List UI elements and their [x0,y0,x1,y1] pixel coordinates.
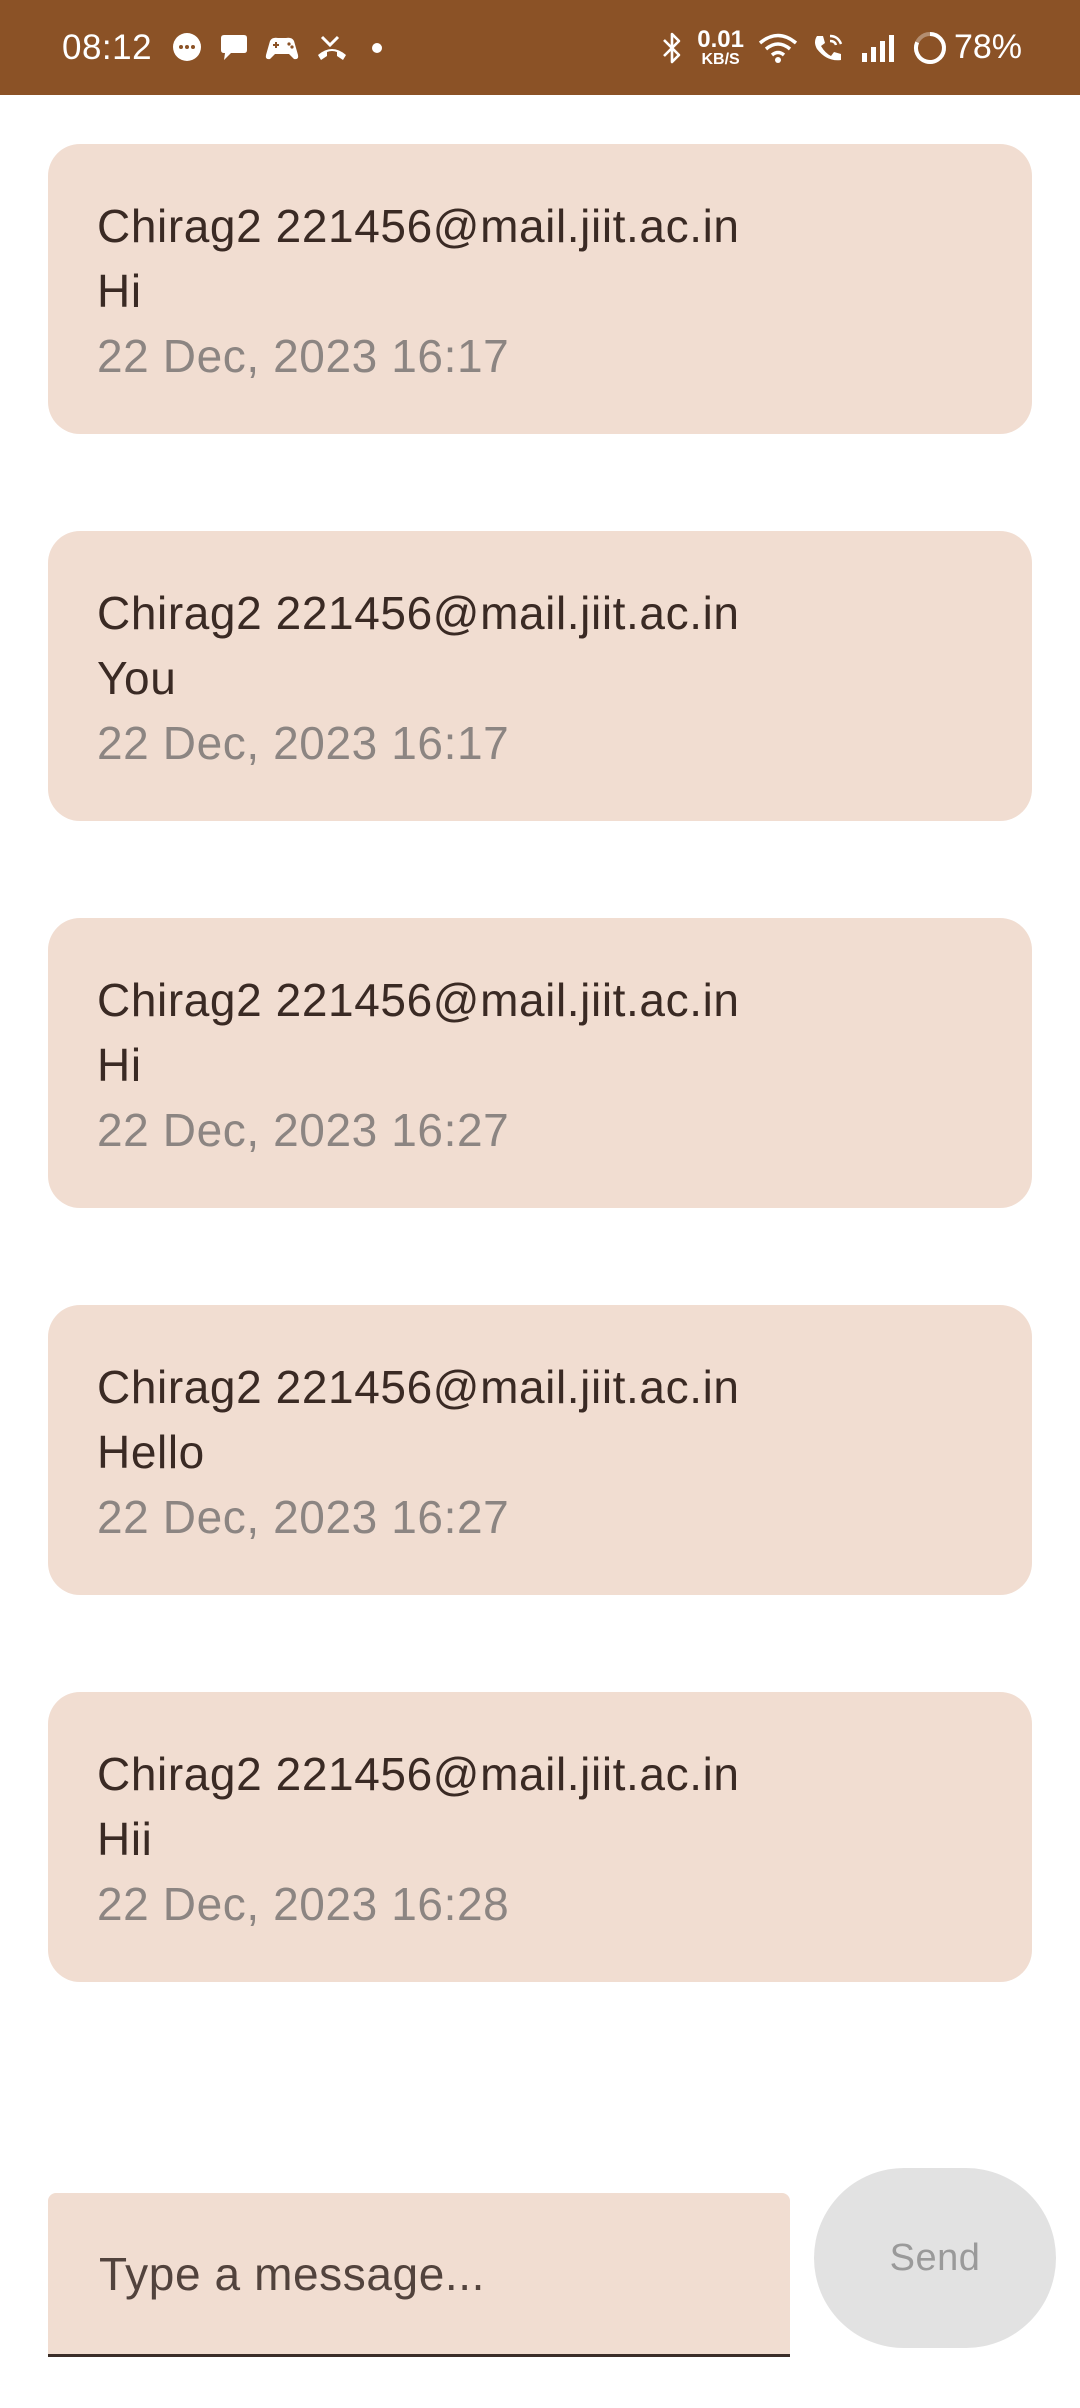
network-speed-unit: KB/S [701,50,740,68]
message-input[interactable] [97,2245,790,2302]
dot-icon [372,42,383,53]
status-right: 0.01 KB/S 78% [661,25,1022,68]
message-sender: Chirag2 221456@mail.jiit.ac.in [97,1748,740,1800]
message-timestamp: 22 Dec, 2023 16:27 [97,1104,510,1156]
status-time: 08:12 [62,27,153,67]
message-input-container[interactable] [48,2193,790,2357]
message-sender: Chirag2 221456@mail.jiit.ac.in [97,974,740,1026]
message-bubble-icon [170,31,204,65]
message-sender: Chirag2 221456@mail.jiit.ac.in [97,200,740,252]
wifi-calling-icon [812,32,846,64]
message-sender: Chirag2 221456@mail.jiit.ac.in [97,587,740,639]
missed-call-icon [314,33,350,63]
message-sender: Chirag2 221456@mail.jiit.ac.in [97,1361,740,1413]
network-speed: 0.01 KB/S [697,25,744,68]
message-card[interactable]: Chirag2 221456@mail.jiit.ac.in Hi 22 Dec… [48,918,1032,1208]
message-text: Hii [97,1813,153,1865]
message-timestamp: 22 Dec, 2023 16:27 [97,1491,510,1543]
send-button[interactable]: Send [814,2168,1056,2348]
message-timestamp: 22 Dec, 2023 16:17 [97,330,510,382]
message-card[interactable]: Chirag2 221456@mail.jiit.ac.in You 22 De… [48,531,1032,821]
battery-percentage: 78% [953,28,1022,66]
message-card[interactable]: Chirag2 221456@mail.jiit.ac.in Hello 22 … [48,1305,1032,1595]
network-speed-value: 0.01 [697,25,744,53]
message-list[interactable]: Chirag2 221456@mail.jiit.ac.in Hi 22 Dec… [48,144,1032,2079]
message-timestamp: 22 Dec, 2023 16:17 [97,717,510,769]
message-card[interactable]: Chirag2 221456@mail.jiit.ac.in Hi 22 Dec… [48,144,1032,434]
message-text: You [97,652,177,704]
game-controller-icon [264,33,300,63]
message-text: Hi [97,265,142,317]
wifi-icon [758,32,798,64]
chat-icon [218,32,250,64]
message-card[interactable]: Chirag2 221456@mail.jiit.ac.in Hii 22 De… [48,1692,1032,1982]
battery-ring-icon [912,30,948,66]
message-text: Hello [97,1426,205,1478]
message-text: Hi [97,1039,142,1091]
bluetooth-icon [661,31,683,65]
status-left: 08:12 [62,27,383,68]
status-bar: 08:12 0.01 KB/S 78% [0,0,1080,95]
message-timestamp: 22 Dec, 2023 16:28 [97,1878,510,1930]
signal-icon [860,33,898,63]
